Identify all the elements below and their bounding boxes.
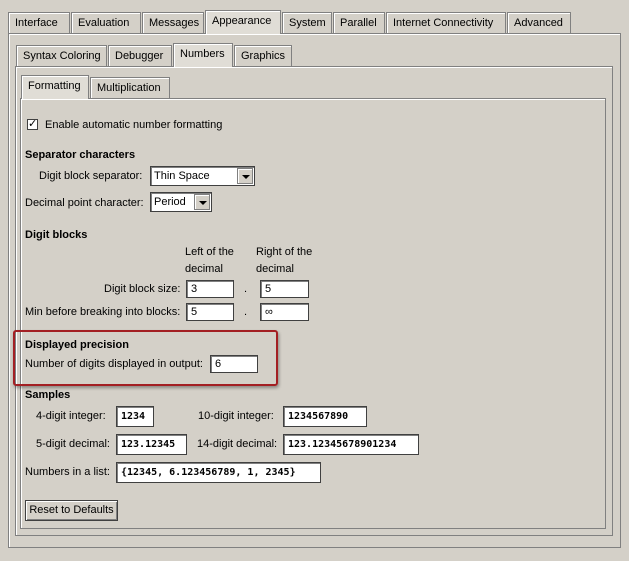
tab-parallel[interactable]: Parallel <box>333 12 385 34</box>
tab-evaluation[interactable]: Evaluation <box>71 12 141 34</box>
dec5-sample: 123.12345 <box>116 434 187 455</box>
tab-syntax-coloring[interactable]: Syntax Coloring <box>16 45 107 67</box>
list-label: Numbers in a list: <box>25 466 110 478</box>
min-before-breaking-left-input[interactable]: 5 <box>186 303 234 321</box>
digit-block-size-right-input[interactable]: 5 <box>260 280 309 298</box>
int10-label: 10-digit integer: <box>198 410 274 422</box>
min-before-breaking-right-input[interactable]: ∞ <box>260 303 309 321</box>
right-of-decimal-header-2: decimal <box>256 263 294 275</box>
tab-formatting[interactable]: Formatting <box>21 75 89 99</box>
precision-label: Number of digits displayed in output: <box>25 358 203 370</box>
digit-blocks-heading: Digit blocks <box>25 229 88 241</box>
digit-block-separator-value: Thin Space <box>154 170 210 182</box>
dec14-label: 14-digit decimal: <box>197 438 278 450</box>
samples-heading: Samples <box>25 389 71 401</box>
decimal-point-label: Decimal point character: <box>25 197 144 209</box>
tab-advanced[interactable]: Advanced <box>507 12 571 34</box>
tab-appearance[interactable]: Appearance <box>205 10 281 34</box>
digit-block-size-left-input[interactable]: 3 <box>186 280 234 298</box>
digit-block-separator-label: Digit block separator: <box>39 170 143 182</box>
decimal-dot: . <box>244 283 248 295</box>
left-of-decimal-header: Left of the <box>185 246 234 258</box>
decimal-point-select[interactable]: Period <box>150 192 212 212</box>
left-of-decimal-header-2: decimal <box>185 263 223 275</box>
digit-block-size-label: Digit block size: <box>104 283 181 295</box>
decimal-point-value: Period <box>154 196 186 208</box>
tab-debugger[interactable]: Debugger <box>108 45 172 67</box>
decimal-dot: . <box>244 306 248 318</box>
chevron-down-icon[interactable] <box>194 194 210 210</box>
tab-interface[interactable]: Interface <box>8 12 70 34</box>
enable-formatting-label: Enable automatic number formatting <box>45 119 223 131</box>
tab-graphics[interactable]: Graphics <box>234 45 292 67</box>
int4-sample: 1234 <box>116 406 154 427</box>
digit-block-separator-select[interactable]: Thin Space <box>150 166 255 186</box>
enable-formatting-checkbox[interactable]: ✓ <box>27 119 38 130</box>
precision-heading: Displayed precision <box>25 339 129 351</box>
separator-heading: Separator characters <box>25 149 136 161</box>
min-before-breaking-label: Min before breaking into blocks: <box>25 306 181 318</box>
reset-to-defaults-button[interactable]: Reset to Defaults <box>25 500 118 521</box>
list-sample: {12345, 6.123456789, 1, 2345} <box>116 462 321 483</box>
tab-multiplication[interactable]: Multiplication <box>90 77 170 99</box>
tab-numbers[interactable]: Numbers <box>173 43 233 67</box>
dec14-sample: 123.12345678901234 <box>283 434 419 455</box>
chevron-down-icon[interactable] <box>237 168 253 184</box>
tab-internet-connectivity[interactable]: Internet Connectivity <box>386 12 506 34</box>
right-of-decimal-header: Right of the <box>256 246 313 258</box>
tab-messages[interactable]: Messages <box>142 12 204 34</box>
dec5-label: 5-digit decimal: <box>36 438 110 450</box>
precision-input[interactable]: 6 <box>210 355 258 373</box>
tab-system[interactable]: System <box>282 12 332 34</box>
int10-sample: 1234567890 <box>283 406 367 427</box>
int4-label: 4-digit integer: <box>36 410 106 422</box>
